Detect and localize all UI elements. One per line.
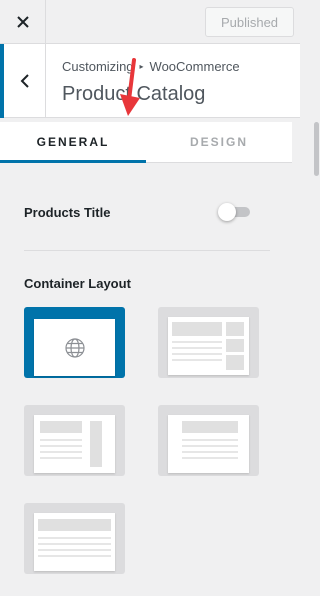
globe-icon bbox=[65, 338, 85, 358]
toggle-knob bbox=[218, 203, 236, 221]
breadcrumb: Customizing ▸ WooCommerce bbox=[62, 59, 240, 74]
layout-thumbnail bbox=[168, 317, 249, 375]
annotation-arrow-icon bbox=[120, 58, 140, 116]
products-title-label: Products Title bbox=[24, 205, 111, 220]
layout-option-content-right-sidebar[interactable] bbox=[24, 405, 125, 476]
tab-general[interactable]: GENERAL bbox=[0, 122, 146, 163]
layout-option-boxed-no-sidebar[interactable] bbox=[158, 405, 259, 476]
layout-option-full-width[interactable] bbox=[24, 503, 125, 574]
section-tabs: GENERAL DESIGN bbox=[0, 122, 292, 163]
publish-button[interactable]: Published bbox=[205, 7, 294, 37]
layout-thumbnail bbox=[34, 513, 115, 571]
products-title-toggle[interactable] bbox=[218, 203, 256, 221]
scrollbar[interactable] bbox=[314, 122, 319, 176]
close-icon bbox=[16, 16, 29, 28]
layout-thumbnail bbox=[34, 415, 115, 473]
layout-thumbnail bbox=[34, 319, 115, 376]
close-button[interactable] bbox=[0, 0, 46, 44]
tab-design[interactable]: DESIGN bbox=[146, 122, 292, 162]
layout-option-boxed-right-sidebar[interactable] bbox=[158, 307, 259, 378]
layout-thumbnail bbox=[168, 415, 249, 473]
divider bbox=[24, 250, 270, 251]
layout-option-default[interactable] bbox=[24, 307, 125, 378]
breadcrumb-parent: WooCommerce bbox=[149, 59, 240, 74]
container-layout-label: Container Layout bbox=[24, 276, 131, 291]
back-button[interactable] bbox=[0, 44, 46, 118]
section-header: Customizing ▸ WooCommerce Product Catalo… bbox=[0, 44, 300, 118]
customizer-header: Published bbox=[0, 0, 300, 44]
chevron-left-icon bbox=[20, 74, 29, 88]
